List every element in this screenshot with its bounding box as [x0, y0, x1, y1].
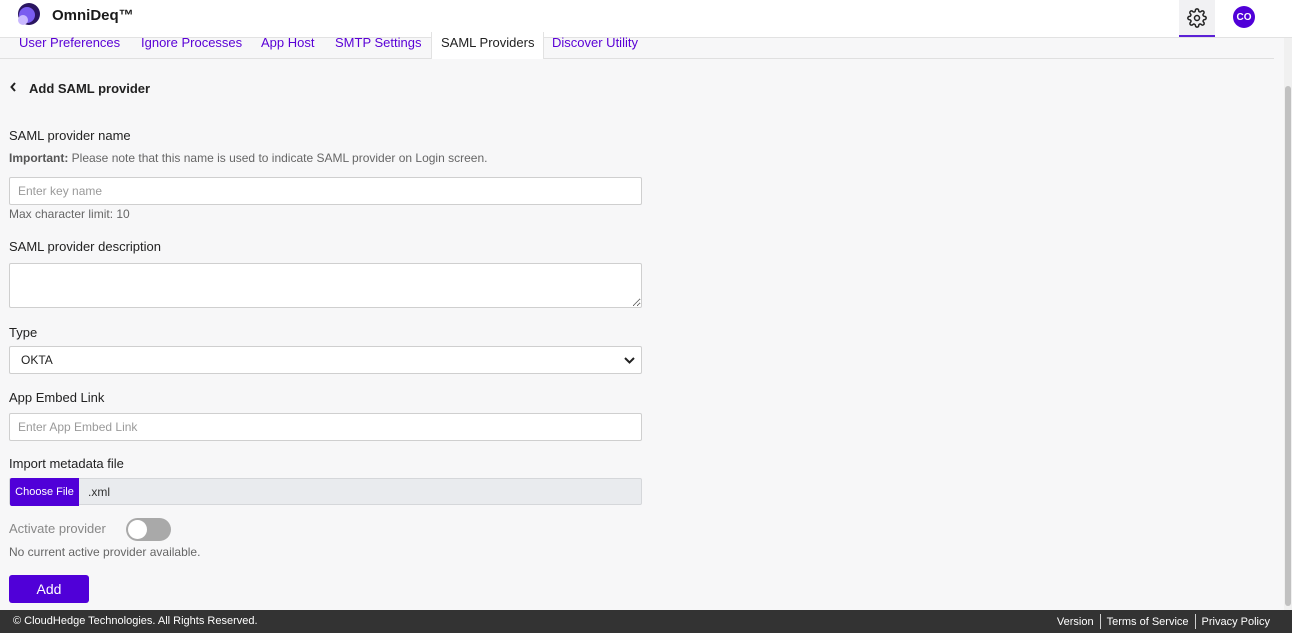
footer-links: Version Terms of Service Privacy Policy: [1051, 614, 1276, 629]
saml-name-input[interactable]: [9, 177, 642, 205]
tab-discover-utility[interactable]: Discover Utility: [552, 35, 638, 50]
tab-app-host[interactable]: App Host: [261, 35, 314, 50]
choose-file-button[interactable]: Choose File: [10, 478, 79, 506]
type-selected-value: OKTA: [21, 353, 53, 367]
tab-smtp-settings[interactable]: SMTP Settings: [335, 35, 421, 50]
name-note: Important: Please note that this name is…: [9, 151, 487, 165]
tab-ignore-processes[interactable]: Ignore Processes: [141, 35, 242, 50]
page-title: Add SAML provider: [29, 81, 151, 96]
type-label: Type: [9, 325, 38, 340]
name-label: SAML provider name: [9, 128, 131, 143]
footer-link-version[interactable]: Version: [1051, 616, 1100, 628]
footer-link-privacy[interactable]: Privacy Policy: [1196, 616, 1276, 628]
back-chevron-icon[interactable]: [10, 80, 17, 95]
embed-link-label: App Embed Link: [9, 390, 105, 405]
file-extension-text: .xml: [88, 485, 110, 499]
type-select[interactable]: OKTA: [9, 346, 642, 374]
app-brand: OmniDeq™: [52, 7, 134, 24]
footer-copyright: © CloudHedge Technologies. All Rights Re…: [13, 615, 258, 627]
activate-provider-toggle[interactable]: [126, 518, 171, 541]
tab-saml-providers[interactable]: SAML Providers: [431, 32, 545, 59]
settings-tabs: User Preferences Ignore Processes App Ho…: [0, 32, 1274, 59]
add-button[interactable]: Add: [9, 575, 89, 603]
tab-user-preferences[interactable]: User Preferences: [19, 35, 120, 50]
gear-icon: [1187, 7, 1207, 28]
omnideq-logo-icon: [18, 3, 40, 25]
name-limit-note: Max character limit: 10: [9, 207, 130, 221]
activate-note: No current active provider available.: [9, 545, 201, 559]
app-embed-link-input[interactable]: [9, 413, 642, 441]
page-footer: © CloudHedge Technologies. All Rights Re…: [0, 610, 1292, 633]
footer-link-terms[interactable]: Terms of Service: [1101, 616, 1195, 628]
user-avatar[interactable]: CO: [1233, 6, 1255, 28]
page-scrollbar[interactable]: [1284, 38, 1292, 610]
name-note-strong: Important:: [9, 151, 69, 165]
activate-label: Activate provider: [9, 521, 106, 536]
chevron-down-icon: [624, 357, 635, 364]
description-label: SAML provider description: [9, 239, 161, 254]
scrollbar-thumb[interactable]: [1285, 86, 1291, 606]
name-note-text: Please note that this name is used to in…: [68, 151, 488, 165]
metadata-file-input[interactable]: Choose File .xml: [9, 478, 642, 506]
saml-description-textarea[interactable]: [9, 263, 642, 308]
toggle-knob: [128, 520, 147, 539]
import-label: Import metadata file: [9, 456, 124, 471]
